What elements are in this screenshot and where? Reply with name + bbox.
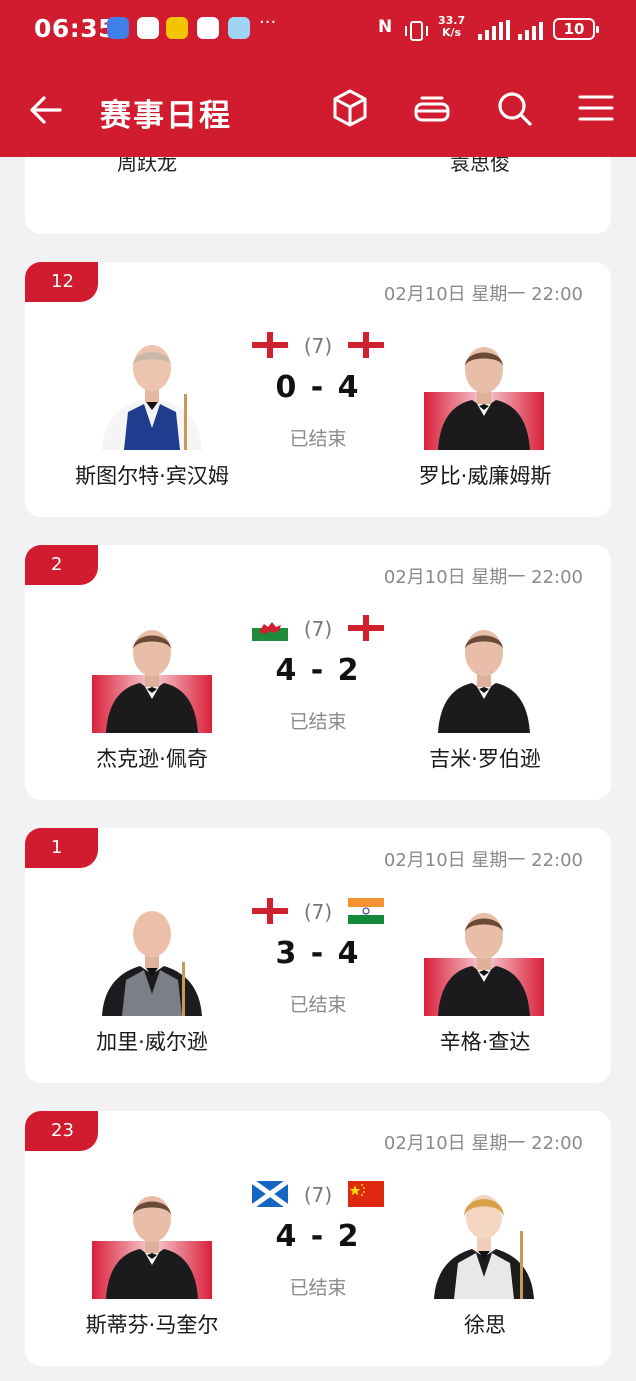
back-arrow-icon[interactable] xyxy=(26,90,66,130)
speed-unit: K/s xyxy=(442,26,462,39)
network-speed: 33.7 K/s xyxy=(438,15,465,39)
signal-icon xyxy=(478,20,510,40)
match-score: 3 - 4 xyxy=(275,936,361,971)
app-notification-icon xyxy=(107,17,129,39)
match-status: 已结束 xyxy=(289,428,347,450)
player-avatar[interactable] xyxy=(92,898,212,1016)
schedule-list[interactable]: 周跃龙 袁思俊 12 02月10日 星期一 22:00 斯图尔特·宾汉姆 (7)… xyxy=(0,157,636,1381)
england-flag-icon xyxy=(348,615,384,641)
player-avatar[interactable] xyxy=(424,1181,544,1299)
england-flag-icon xyxy=(348,332,384,358)
vibrate-icon xyxy=(405,21,428,41)
menu-icon[interactable] xyxy=(576,88,616,128)
clock: 06:35 xyxy=(34,14,117,43)
player-right-name: 袁思俊 xyxy=(450,157,510,175)
match-card[interactable]: 23 02月10日 星期一 22:00 斯蒂芬·马奎尔 (7) 4 - 2 已结… xyxy=(25,1111,611,1366)
player-right-name: 罗比·威廉姆斯 xyxy=(418,464,552,488)
china-flag-icon xyxy=(348,1181,384,1207)
match-card[interactable]: 12 02月10日 星期一 22:00 斯图尔特·宾汉姆 (7) 0 - 4 已… xyxy=(25,262,611,517)
match-date: 02月10日 星期一 22:00 xyxy=(383,1133,583,1154)
app-notification-icon xyxy=(228,17,250,39)
match-score: 0 - 4 xyxy=(275,370,361,405)
qq-notification-icon xyxy=(197,17,219,39)
player-avatar[interactable] xyxy=(424,898,544,1016)
app-notification-icon xyxy=(137,17,159,39)
player-avatar[interactable] xyxy=(424,332,544,450)
cube-icon[interactable] xyxy=(330,88,370,128)
match-score-panel: (7) 4 - 2 已结束 xyxy=(248,615,388,735)
battery-indicator: 10 xyxy=(553,18,599,40)
search-icon[interactable] xyxy=(494,88,534,128)
signal-icon xyxy=(518,22,543,40)
more-notifications-icon: ··· xyxy=(259,12,277,33)
stack-icon[interactable] xyxy=(412,88,452,128)
india-flag-icon xyxy=(348,898,384,924)
match-card[interactable]: 1 02月10日 星期一 22:00 加里·威尔逊 (7) 3 - 4 已结束 … xyxy=(25,828,611,1083)
player-avatar[interactable] xyxy=(92,1181,212,1299)
match-score-panel: (7) 0 - 4 已结束 xyxy=(248,332,388,452)
match-status: 已结束 xyxy=(289,994,347,1016)
seed-badge: 23 xyxy=(25,1111,98,1151)
seed-badge: 2 xyxy=(25,545,98,585)
player-right-name: 徐思 xyxy=(464,1313,506,1337)
player-right-name: 辛格·查达 xyxy=(439,1030,531,1054)
seed-badge: 12 xyxy=(25,262,98,302)
nfc-icon: N xyxy=(378,17,393,37)
nav-bar: 赛事日程 xyxy=(0,72,636,148)
match-score-panel: (7) 3 - 4 已结束 xyxy=(248,898,388,1018)
match-date: 02月10日 星期一 22:00 xyxy=(383,850,583,871)
status-bar: 06:35 ··· N 33.7 K/s 10 xyxy=(0,0,636,60)
player-avatar[interactable] xyxy=(92,615,212,733)
match-date: 02月10日 星期一 22:00 xyxy=(383,284,583,305)
match-score: 4 - 2 xyxy=(275,653,361,688)
app-notification-icon xyxy=(166,17,188,39)
player-avatar[interactable] xyxy=(92,332,212,450)
app-header: 06:35 ··· N 33.7 K/s 10 赛事日程 xyxy=(0,0,636,157)
player-avatar[interactable] xyxy=(424,615,544,733)
match-score-panel: (7) 4 - 2 已结束 xyxy=(248,1181,388,1301)
match-score: 4 - 2 xyxy=(275,1219,361,1254)
player-left-name: 斯图尔特·宾汉姆 xyxy=(75,464,229,488)
page-title: 赛事日程 xyxy=(100,98,232,134)
match-card[interactable]: 周跃龙 袁思俊 xyxy=(25,157,611,234)
player-left-name: 加里·威尔逊 xyxy=(96,1030,208,1054)
match-status: 已结束 xyxy=(289,711,347,733)
match-status: 已结束 xyxy=(289,1277,347,1299)
match-card[interactable]: 2 02月10日 星期一 22:00 杰克逊·佩奇 (7) 4 - 2 已结束 … xyxy=(25,545,611,800)
seed-badge: 1 xyxy=(25,828,98,868)
player-left-name: 杰克逊·佩奇 xyxy=(96,747,208,771)
player-left-name: 周跃龙 xyxy=(117,157,177,175)
player-left-name: 斯蒂芬·马奎尔 xyxy=(85,1313,219,1337)
player-right-name: 吉米·罗伯逊 xyxy=(429,747,541,771)
match-date: 02月10日 星期一 22:00 xyxy=(383,567,583,588)
